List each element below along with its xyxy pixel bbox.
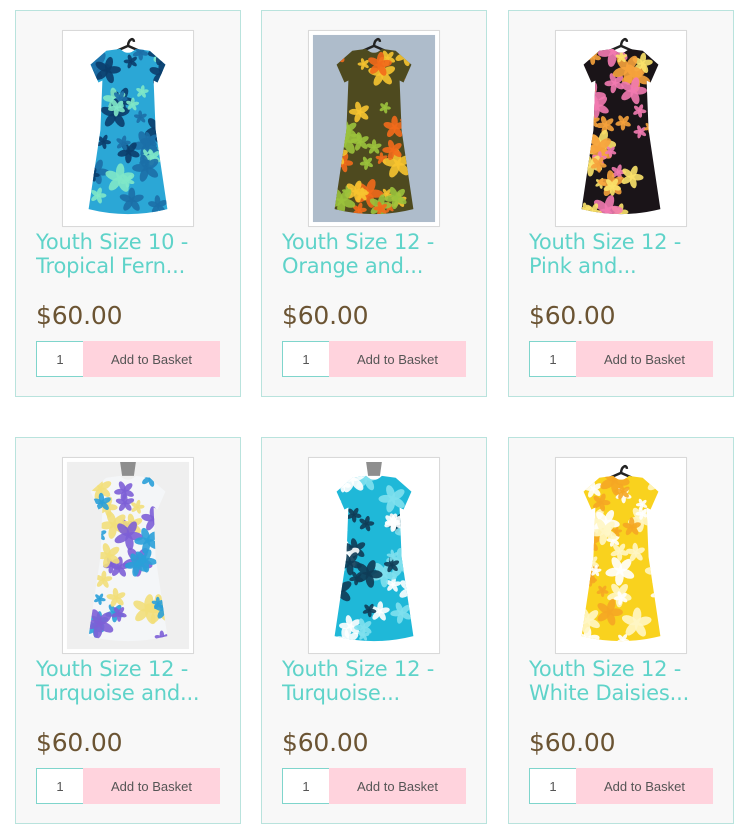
product-card: Youth Size 12 -Turquoise and... $60.00 Add… bbox=[15, 437, 241, 824]
product-title-line1: Youth Size 10 - bbox=[36, 230, 189, 254]
product-price: $60.00 bbox=[282, 301, 369, 330]
product-title-line2: Turquoise... bbox=[282, 681, 401, 705]
product-title-line1: Youth Size 12 - bbox=[529, 230, 682, 254]
product-image[interactable] bbox=[62, 457, 194, 654]
product-title-line1: Youth Size 12 - bbox=[282, 657, 435, 681]
product-title-link[interactable]: Youth Size 12 - Turquoise... bbox=[282, 657, 478, 705]
product-card: Youth Size 12 -Pink and... $60.00 Add to B… bbox=[508, 10, 734, 397]
product-title-line2: Pink and... bbox=[529, 254, 637, 278]
product-title-line1: Youth Size 12 - bbox=[282, 230, 435, 254]
product-title-line2: Tropical Fern... bbox=[36, 254, 186, 278]
product-price: $60.00 bbox=[36, 728, 123, 757]
quantity-input[interactable] bbox=[36, 341, 84, 377]
product-image[interactable] bbox=[555, 457, 687, 654]
product-title-link[interactable]: Youth Size 12 - Turquoise and... bbox=[36, 657, 232, 705]
add-to-basket-button[interactable]: Add to Basket bbox=[83, 341, 220, 377]
dress-illustration bbox=[312, 34, 436, 223]
dress-illustration bbox=[66, 34, 190, 223]
product-image[interactable] bbox=[555, 30, 687, 227]
quantity-input[interactable] bbox=[529, 341, 577, 377]
quantity-input[interactable] bbox=[529, 768, 577, 804]
add-to-basket-button[interactable]: Add to Basket bbox=[83, 768, 220, 804]
product-title-line2: Orange and... bbox=[282, 254, 424, 278]
product-card: Youth Size 12 -Orange and... $60.00 Add to… bbox=[261, 10, 487, 397]
product-price: $60.00 bbox=[282, 728, 369, 757]
product-card: Youth Size 10 -Tropical Fern... $60.00 Add… bbox=[15, 10, 241, 397]
product-title-line2: Turquoise and... bbox=[36, 681, 200, 705]
product-title-line1: Youth Size 12 - bbox=[529, 657, 682, 681]
add-to-basket-button[interactable]: Add to Basket bbox=[329, 341, 466, 377]
product-card: Youth Size 12 -Turquoise... $60.00 Add to … bbox=[261, 437, 487, 824]
product-card: Youth Size 12 -White Daisies... $60.00 Add… bbox=[508, 437, 734, 824]
product-price: $60.00 bbox=[529, 301, 616, 330]
quantity-input[interactable] bbox=[282, 341, 330, 377]
product-title-line1: Youth Size 12 - bbox=[36, 657, 189, 681]
add-to-basket-button[interactable]: Add to Basket bbox=[576, 768, 713, 804]
dress-illustration bbox=[66, 461, 190, 650]
product-title-link[interactable]: Youth Size 12 - White Daisies... bbox=[529, 657, 725, 705]
product-image[interactable] bbox=[308, 30, 440, 227]
quantity-input[interactable] bbox=[36, 768, 84, 804]
product-title-link[interactable]: Youth Size 12 - Pink and... bbox=[529, 230, 725, 278]
product-image[interactable] bbox=[62, 30, 194, 227]
product-title-link[interactable]: Youth Size 12 - Orange and... bbox=[282, 230, 478, 278]
add-to-basket-button[interactable]: Add to Basket bbox=[329, 768, 466, 804]
dress-illustration bbox=[559, 461, 683, 650]
add-to-basket-button[interactable]: Add to Basket bbox=[576, 341, 713, 377]
dress-illustration bbox=[559, 34, 683, 223]
product-price: $60.00 bbox=[36, 301, 123, 330]
quantity-input[interactable] bbox=[282, 768, 330, 804]
product-title-link[interactable]: Youth Size 10 - Tropical Fern... bbox=[36, 230, 232, 278]
product-title-line2: White Daisies... bbox=[529, 681, 690, 705]
dress-illustration bbox=[312, 461, 436, 650]
product-image[interactable] bbox=[308, 457, 440, 654]
product-price: $60.00 bbox=[529, 728, 616, 757]
